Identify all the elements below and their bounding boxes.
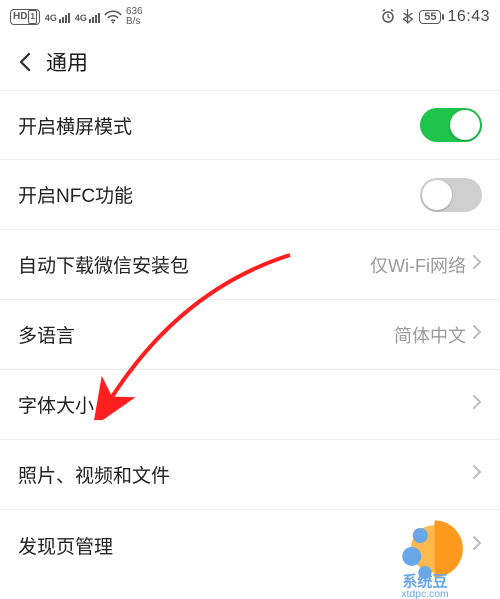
- row-label: 多语言: [18, 321, 75, 348]
- battery-indicator: 55: [419, 10, 441, 24]
- network-4g-label-2: 4G: [75, 13, 87, 23]
- status-bar: HD 1 4G 4G 636 B/s: [0, 0, 500, 34]
- row-label: 字体大小: [18, 391, 94, 418]
- row-label: 照片、视频和文件: [18, 461, 170, 488]
- status-left: HD 1 4G 4G 636 B/s: [10, 7, 143, 27]
- row-landscape-mode[interactable]: 开启横屏模式: [0, 90, 500, 160]
- row-auto-download[interactable]: 自动下载微信安装包 仅Wi-Fi网络: [0, 230, 500, 300]
- hd-text: HD: [13, 11, 27, 23]
- wifi-icon: [104, 10, 122, 24]
- toggle-knob: [422, 180, 452, 210]
- row-discover-management[interactable]: 发现页管理: [0, 510, 500, 580]
- row-label: 开启NFC功能: [18, 181, 133, 208]
- toggle-knob: [450, 110, 480, 140]
- net-speed-unit: B/s: [126, 17, 143, 27]
- toggle-nfc[interactable]: [420, 178, 482, 212]
- hd-sim-number: 1: [28, 10, 36, 24]
- row-value: 简体中文: [394, 322, 466, 348]
- page-title: 通用: [46, 47, 88, 77]
- chevron-left-icon: [15, 51, 37, 73]
- chevron-right-icon: [472, 394, 482, 415]
- page-header: 通用: [0, 34, 500, 90]
- row-right: 仅Wi-Fi网络: [370, 252, 482, 278]
- clock: 16:43: [447, 8, 490, 26]
- chevron-right-icon: [472, 324, 482, 345]
- chevron-right-icon: [472, 535, 482, 556]
- signal-2: 4G: [74, 11, 100, 23]
- signal-1: 4G: [44, 11, 70, 23]
- row-language[interactable]: 多语言 简体中文: [0, 300, 500, 370]
- row-right: [472, 464, 482, 485]
- network-4g-label-1: 4G: [45, 13, 57, 23]
- settings-general-screen: { "status": { "hd_label": "HD", "hd_sim"…: [0, 0, 500, 599]
- chevron-right-icon: [472, 464, 482, 485]
- row-font-size[interactable]: 字体大小: [0, 370, 500, 440]
- chevron-right-icon: [472, 254, 482, 275]
- bluetooth-icon: [402, 8, 413, 27]
- back-button[interactable]: [8, 44, 44, 80]
- network-speed: 636 B/s: [126, 7, 143, 27]
- status-right: 55 16:43: [380, 8, 490, 27]
- battery-percent: 55: [424, 11, 436, 23]
- row-right: 简体中文: [394, 322, 482, 348]
- row-label: 开启横屏模式: [18, 112, 132, 139]
- toggle-landscape[interactable]: [420, 108, 482, 142]
- signal-bars-icon: [89, 13, 100, 23]
- row-label: 发现页管理: [18, 532, 113, 559]
- row-right: [472, 394, 482, 415]
- hd-badge: HD 1: [10, 9, 40, 25]
- row-media-files[interactable]: 照片、视频和文件: [0, 440, 500, 510]
- row-value: 仅Wi-Fi网络: [370, 252, 466, 278]
- signal-bars-icon: [59, 13, 70, 23]
- row-nfc[interactable]: 开启NFC功能: [0, 160, 500, 230]
- row-right: [472, 535, 482, 556]
- row-label: 自动下载微信安装包: [18, 251, 189, 278]
- alarm-icon: [380, 8, 396, 27]
- watermark-url: xtdpc.com: [401, 589, 448, 599]
